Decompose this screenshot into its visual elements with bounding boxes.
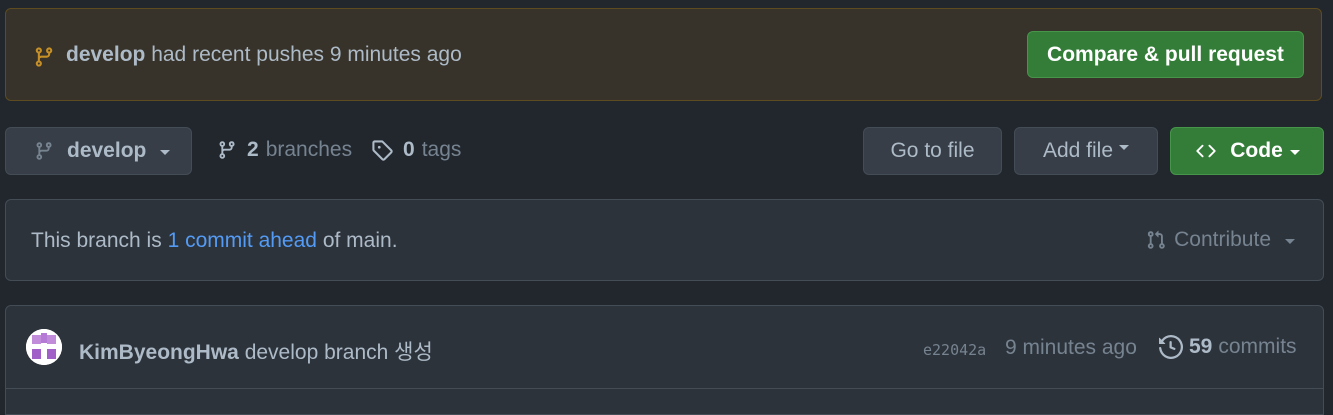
pushed-branch-name[interactable]: develop	[66, 43, 145, 66]
recent-pushes-banner: develop had recent pushes 9 minutes ago …	[5, 8, 1322, 101]
branch-select-label: develop	[67, 139, 147, 162]
pull-request-icon	[1146, 229, 1166, 251]
branch-select-button[interactable]: develop	[5, 127, 192, 175]
commit-time: 9 minutes ago	[1005, 336, 1137, 359]
git-branch-icon	[33, 45, 55, 69]
code-button[interactable]: Code	[1170, 127, 1324, 175]
tags-label: tags	[421, 138, 462, 161]
compare-pull-request-button[interactable]: Compare & pull request	[1027, 31, 1304, 78]
chevron-down-icon	[1289, 150, 1300, 155]
go-to-file-label: Go to file	[890, 139, 975, 162]
chevron-down-icon	[160, 150, 171, 155]
branches-label: branches	[265, 138, 353, 161]
commit-message[interactable]: develop branch 생성	[245, 341, 433, 364]
chevron-down-icon	[1285, 239, 1295, 244]
branches-link[interactable]: 2 branches	[217, 138, 352, 162]
commits-history-link[interactable]: 59 commits	[1159, 335, 1297, 359]
tags-link[interactable]: 0 tags	[371, 138, 461, 162]
branches-count: 2	[247, 138, 259, 161]
add-file-label: Add file	[1042, 139, 1114, 162]
tag-icon	[371, 139, 393, 161]
branch-status-suffix: of main.	[322, 229, 398, 252]
avatar[interactable]	[26, 329, 62, 365]
git-branch-icon	[34, 140, 54, 162]
commit-author[interactable]: KimByeongHwa	[79, 341, 239, 364]
recent-pushes-message: had recent pushes 9 minutes ago	[151, 43, 462, 66]
chevron-down-icon	[1119, 144, 1130, 150]
git-branch-icon	[217, 139, 237, 161]
history-icon	[1159, 335, 1183, 359]
commits-ahead-link[interactable]: 1 commit ahead	[168, 229, 317, 252]
commits-count: 59	[1189, 335, 1213, 358]
branch-status-box: This branch is 1 commit ahead of main. C…	[5, 199, 1324, 281]
add-file-button[interactable]: Add file	[1014, 127, 1158, 175]
commit-summary: KimByeongHwa develop branch 생성	[79, 336, 433, 366]
go-to-file-button[interactable]: Go to file	[863, 127, 1002, 175]
recent-pushes-text: develop had recent pushes 9 minutes ago	[66, 43, 462, 67]
divider	[6, 388, 1323, 389]
code-icon	[1194, 141, 1218, 161]
tags-count: 0	[403, 138, 415, 161]
contribute-dropdown[interactable]: Contribute	[1146, 228, 1295, 252]
branch-status-prefix: This branch is	[31, 229, 162, 252]
code-label: Code	[1230, 139, 1283, 162]
commits-label: commits	[1218, 335, 1297, 358]
contribute-label: Contribute	[1174, 228, 1271, 251]
latest-commit-box: KimByeongHwa develop branch 생성 e22042a 9…	[5, 305, 1324, 415]
commit-sha[interactable]: e22042a	[923, 341, 986, 359]
branch-status-text: This branch is 1 commit ahead of main.	[31, 229, 398, 253]
